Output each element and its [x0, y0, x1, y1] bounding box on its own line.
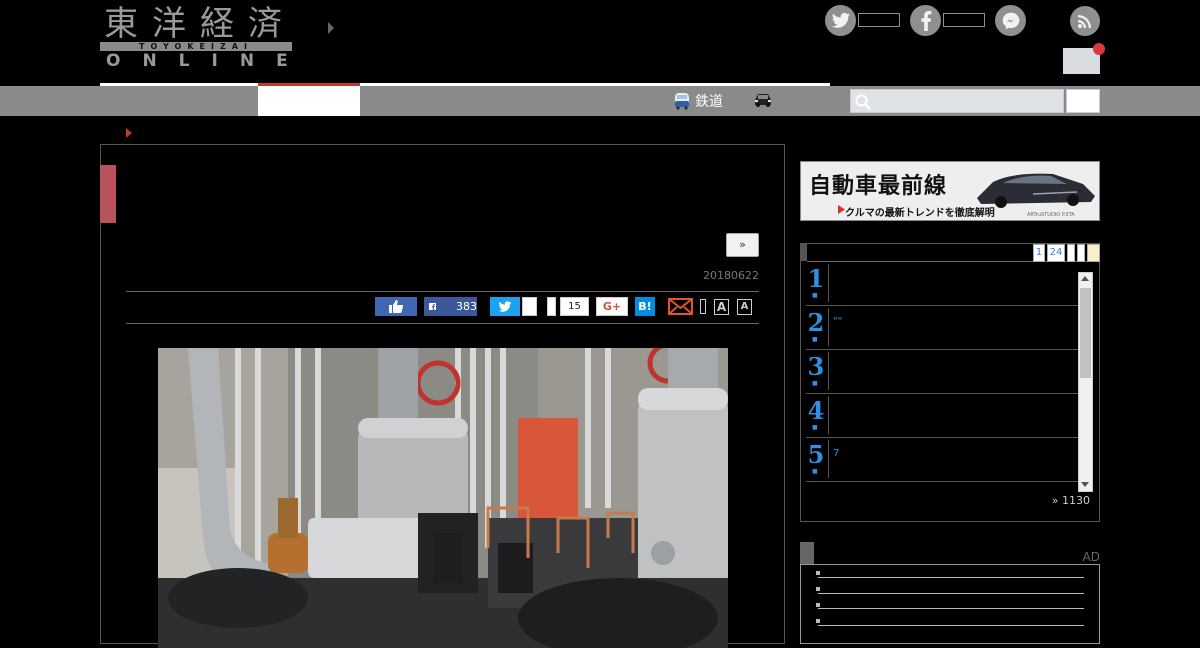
rss-button[interactable] — [1070, 6, 1100, 36]
share-rule-bottom — [126, 323, 759, 324]
list-bullet — [816, 619, 820, 623]
scroll-down-icon[interactable] — [1081, 482, 1089, 487]
ranking-item-2[interactable]: 2 ■ "" — [806, 306, 1078, 350]
twitter-share-button[interactable] — [490, 297, 520, 316]
ranking-tab-3[interactable] — [1067, 244, 1075, 262]
twitter-share-count — [522, 297, 537, 316]
twitter-follow-button[interactable] — [825, 5, 856, 36]
rank-divider — [828, 308, 829, 346]
rank-divider — [828, 440, 829, 478]
ranking-title-mark — [801, 243, 807, 261]
ranking-tab-5[interactable] — [1087, 244, 1100, 262]
rank-number: 2 — [807, 308, 825, 337]
list-bullet — [816, 603, 820, 607]
facebook-like-button[interactable] — [375, 297, 417, 316]
banner-credit: ARTruSTUDIO P.IITA — [1027, 212, 1075, 218]
messenger-icon — [1002, 12, 1019, 29]
list-item[interactable] — [818, 625, 1084, 626]
logo-online: ONLINE — [106, 51, 310, 71]
rank-divider — [828, 396, 829, 434]
twitter-icon — [831, 12, 850, 28]
list-bullet — [816, 587, 820, 591]
site-logo[interactable]: 東洋経済 — [104, 4, 296, 44]
banner-arrow-icon — [838, 205, 845, 214]
twitter-icon — [498, 300, 512, 312]
ranking-item-4[interactable]: 4 ■ — [806, 394, 1078, 438]
ranking-item-3[interactable]: 3 ■ — [806, 350, 1078, 394]
nav-item-home[interactable] — [100, 86, 258, 116]
rank-number: 4 — [807, 396, 825, 425]
ranking-scrollbar-thumb[interactable] — [1080, 288, 1091, 378]
article-title-accent — [100, 165, 116, 223]
rank-title[interactable]: 7 — [833, 448, 839, 459]
hatena-bookmark-button[interactable]: B! — [635, 297, 655, 316]
rank-title[interactable]: "" — [833, 316, 842, 327]
facebook-follow-button[interactable] — [910, 5, 941, 36]
article-photo[interactable] — [158, 348, 728, 648]
googleplus-share-button[interactable]: G+ — [596, 297, 628, 316]
list-item[interactable] — [818, 577, 1084, 578]
print-button[interactable] — [700, 299, 706, 314]
list-bullet — [816, 571, 820, 575]
font-size-small-button[interactable]: A — [737, 299, 752, 315]
rank-suffix: ■ — [812, 292, 818, 299]
breadcrumb-arrow-icon[interactable] — [126, 128, 132, 138]
nav-rail-label: 鉄道 — [695, 94, 723, 110]
thumbs-up-icon — [389, 300, 403, 313]
ranking-tab-24[interactable]: 24 — [1047, 244, 1065, 262]
banner-subtitle: クルマの最新トレンドを徹底解明 — [845, 208, 995, 219]
rank-divider — [828, 352, 829, 390]
font-size-large-button[interactable]: A — [714, 299, 729, 315]
ranking-item-5[interactable]: 5 ■ 7 — [806, 438, 1078, 482]
pocket-count: 15 — [560, 297, 589, 316]
rank-suffix: ■ — [812, 424, 818, 431]
ranking-item-1[interactable]: 1 ■ — [806, 262, 1078, 306]
banner-title: 自動車最前線 — [809, 174, 948, 199]
ad-section-list — [800, 564, 1100, 644]
list-item[interactable] — [818, 593, 1084, 594]
rank-suffix: ■ — [812, 468, 818, 475]
share-rule-top — [126, 291, 759, 292]
facebook-icon — [429, 303, 436, 310]
facebook-share-button[interactable]: 383 — [424, 297, 477, 316]
messenger-button[interactable] — [995, 5, 1026, 36]
rank-number: 5 — [807, 440, 825, 469]
facebook-follow-count — [943, 13, 985, 27]
facebook-share-count: 383 — [456, 300, 477, 313]
car-icon[interactable] — [752, 92, 774, 108]
ranking-more-link[interactable]: » 1130 — [1040, 494, 1090, 507]
rss-icon — [1078, 15, 1091, 28]
ranking-tab-4[interactable] — [1077, 244, 1085, 262]
notification-badge — [1093, 43, 1105, 55]
chevron-right-icon[interactable] — [328, 22, 334, 34]
nav-item-rail[interactable]: 鉄道 — [673, 90, 723, 112]
ranking-tab-1[interactable]: 1 — [1033, 244, 1045, 262]
ad-label: AD — [1082, 550, 1100, 564]
sports-car-image — [977, 173, 1095, 208]
scroll-up-icon[interactable] — [1081, 276, 1089, 281]
search-button[interactable] — [1066, 89, 1100, 113]
logo-romaji: TOYOKEIZAI — [100, 42, 292, 51]
car-frontline-banner[interactable]: 自動車最前線 クルマの最新トレンドを徹底解明 ARTruSTUDIO P.IIT… — [800, 161, 1100, 221]
rank-number: 3 — [807, 352, 825, 381]
pocket-button[interactable] — [547, 297, 556, 316]
facebook-icon — [920, 10, 931, 31]
train-icon — [675, 93, 689, 110]
ad-section-mark — [800, 542, 814, 564]
twitter-follow-count — [858, 13, 900, 27]
rank-number: 1 — [807, 264, 825, 293]
nav-item-active[interactable] — [258, 83, 360, 116]
search-input[interactable] — [850, 89, 1064, 113]
list-item[interactable] — [818, 608, 1084, 609]
rank-suffix: ■ — [812, 380, 818, 387]
rank-divider — [828, 264, 829, 302]
mail-icon[interactable] — [668, 297, 693, 316]
article-date: 20180622 — [703, 269, 759, 282]
search-icon — [855, 94, 871, 110]
more-articles-button[interactable]: » — [726, 233, 759, 257]
rank-suffix: ■ — [812, 336, 818, 343]
